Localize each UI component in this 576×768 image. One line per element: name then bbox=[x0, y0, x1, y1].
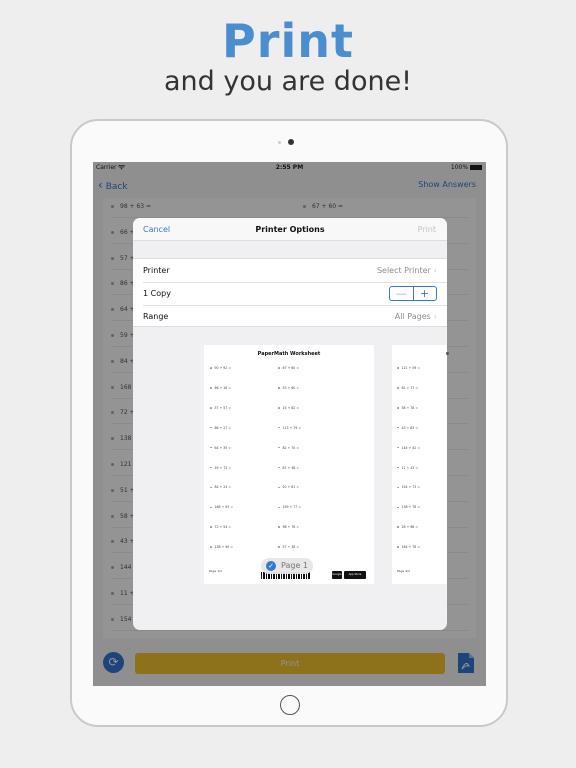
dialog-header: Cancel Printer Options Print bbox=[133, 218, 447, 241]
subline: and you are done! bbox=[163, 66, 413, 97]
increment-button[interactable]: + bbox=[413, 287, 436, 300]
range-row[interactable]: Range All Pages › bbox=[143, 305, 447, 328]
preview-problem: 90 + 92 = bbox=[210, 366, 231, 370]
preview-title: PaperMath Worksheet bbox=[257, 351, 321, 357]
google-play-badge: Google Play bbox=[332, 571, 342, 584]
copies-stepper: — + bbox=[389, 286, 437, 301]
preview-problem: 81 + 77 = bbox=[397, 386, 418, 390]
preview-problem: 15 + 82 = bbox=[278, 406, 299, 410]
preview-problem: 66 + 16 = bbox=[210, 386, 231, 390]
camera bbox=[288, 139, 294, 145]
home-button[interactable] bbox=[280, 695, 300, 715]
preview-problem: 57 + 38 = bbox=[278, 545, 299, 549]
preview-problem: 121 + 59 = bbox=[397, 366, 420, 370]
printer-label: Printer bbox=[143, 266, 170, 275]
preview-problem: 20 + 81 = bbox=[278, 485, 299, 489]
preview-problem: 57 + 57 = bbox=[210, 406, 231, 410]
preview-problem: 113 + 79 = bbox=[278, 426, 301, 430]
preview-problem: 84 + 24 = bbox=[210, 485, 231, 489]
preview-footer-page: Page 1/2 bbox=[209, 569, 223, 573]
sensor-dot bbox=[278, 141, 281, 144]
chevron-right-icon: › bbox=[433, 266, 437, 275]
preview-problem: 58 + 78 = bbox=[397, 406, 418, 410]
headline: Print bbox=[222, 14, 354, 68]
preview-problem: 86 + 27 = bbox=[210, 426, 231, 430]
app-store-badge: App Store bbox=[344, 571, 366, 579]
print-preview-page-1[interactable]: PaperMath Worksheet Page 1/2 Google Play… bbox=[204, 345, 374, 584]
print-preview-page-2[interactable]: Page 2/2 121 + 59 = 81 + 77 = 58 + 78 = 43 … bbox=[392, 345, 447, 584]
scroll-indicator bbox=[446, 352, 449, 355]
preview-problem: 168 + 93 = bbox=[210, 505, 233, 509]
preview-problem: 138 + 78 = bbox=[397, 505, 420, 509]
checkmark-icon: ✓ bbox=[266, 561, 276, 571]
ipad-frame: Carrier 2:55 PM 100% ‹ Back Show Answers… bbox=[70, 119, 508, 727]
preview-problem: 87 + 48 = bbox=[278, 466, 299, 470]
options-group: Printer Select Printer › 1 Copy — + Rang… bbox=[133, 258, 447, 327]
preview-problem: 28 + 98 = bbox=[397, 525, 418, 529]
preview-problem: 64 + 35 = bbox=[210, 446, 231, 450]
dialog-title: Printer Options bbox=[255, 225, 325, 234]
range-label: Range bbox=[143, 312, 169, 321]
preview-problem: 43 + 83 = bbox=[397, 426, 418, 430]
copies-row: 1 Copy — + bbox=[143, 282, 447, 305]
page-indicator: ✓ Page 1 bbox=[261, 558, 313, 574]
preview-problem: 138 + 90 = bbox=[210, 545, 233, 549]
preview-problem: 82 + 70 = bbox=[278, 446, 299, 450]
preview-problem: 67 + 60 = bbox=[278, 366, 299, 370]
preview-problem: 144 + 42 = bbox=[397, 446, 420, 450]
preview-problem: 59 + 73 = bbox=[210, 466, 231, 470]
preview-problem: 159 + 77 = bbox=[278, 505, 301, 509]
preview-problem: 72 + 54 = bbox=[210, 525, 231, 529]
preview-footer-page: Page 2/2 bbox=[397, 569, 411, 573]
range-value: All Pages › bbox=[394, 312, 437, 321]
chevron-right-icon: › bbox=[433, 312, 437, 321]
decrement-button[interactable]: — bbox=[390, 287, 413, 300]
printer-value: Select Printer › bbox=[376, 266, 437, 275]
preview-problem: 164 + 78 = bbox=[397, 545, 420, 549]
copies-label: 1 Copy bbox=[143, 289, 171, 298]
preview-problem: 154 + 73 = bbox=[397, 485, 420, 489]
preview-problem: 98 + 76 = bbox=[278, 525, 299, 529]
screen: Carrier 2:55 PM 100% ‹ Back Show Answers… bbox=[93, 162, 486, 686]
preview-problem: 11 + 43 = bbox=[397, 466, 418, 470]
dialog-print-button[interactable]: Print bbox=[418, 225, 436, 234]
preview-problem: 53 + 60 = bbox=[278, 386, 299, 390]
printer-row[interactable]: Printer Select Printer › bbox=[143, 259, 447, 282]
printer-options-dialog: Cancel Printer Options Print Printer Sel… bbox=[133, 218, 447, 630]
